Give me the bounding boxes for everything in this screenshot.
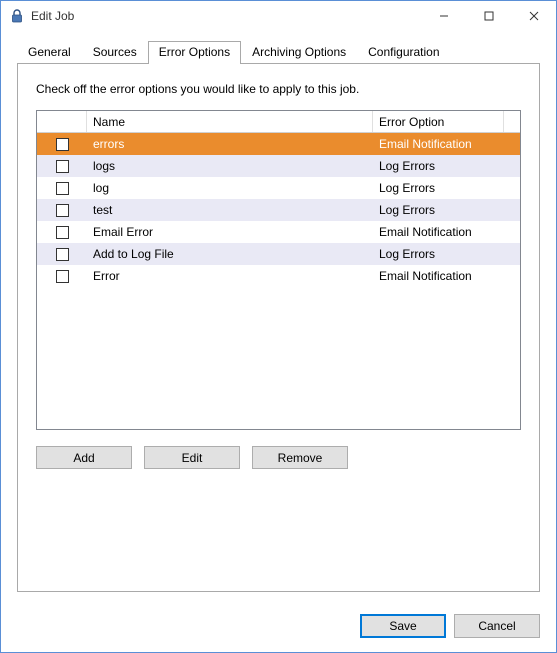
table-body: errorsEmail NotificationlogsLog Errorslo… (37, 133, 520, 287)
row-option: Log Errors (373, 159, 520, 173)
row-name: Add to Log File (87, 247, 373, 261)
row-option: Email Notification (373, 269, 520, 283)
error-options-table: Name Error Option errorsEmail Notificati… (36, 110, 521, 430)
table-header-row: Name Error Option (37, 111, 520, 133)
row-name: errors (87, 137, 373, 151)
tab-sources[interactable]: Sources (82, 41, 148, 63)
row-checkbox-cell[interactable] (37, 270, 87, 283)
edit-button[interactable]: Edit (144, 446, 240, 469)
tab-strip: General Sources Error Options Archiving … (17, 41, 540, 63)
save-button[interactable]: Save (360, 614, 446, 638)
client-area: General Sources Error Options Archiving … (1, 31, 556, 604)
table-row[interactable]: logLog Errors (37, 177, 520, 199)
row-checkbox-cell[interactable] (37, 182, 87, 195)
row-checkbox-cell[interactable] (37, 226, 87, 239)
tab-configuration[interactable]: Configuration (357, 41, 450, 63)
row-name: Error (87, 269, 373, 283)
row-option: Email Notification (373, 137, 520, 151)
window-controls (421, 1, 556, 31)
row-checkbox[interactable] (56, 248, 69, 261)
table-row[interactable]: Email ErrorEmail Notification (37, 221, 520, 243)
close-button[interactable] (511, 1, 556, 31)
row-checkbox[interactable] (56, 204, 69, 217)
row-checkbox-cell[interactable] (37, 138, 87, 151)
table-actions: Add Edit Remove (36, 446, 521, 469)
cancel-button[interactable]: Cancel (454, 614, 540, 638)
minimize-button[interactable] (421, 1, 466, 31)
add-button[interactable]: Add (36, 446, 132, 469)
row-checkbox-cell[interactable] (37, 248, 87, 261)
table-row[interactable]: ErrorEmail Notification (37, 265, 520, 287)
tab-general[interactable]: General (17, 41, 82, 63)
table-row[interactable]: Add to Log FileLog Errors (37, 243, 520, 265)
row-option: Log Errors (373, 247, 520, 261)
tab-panel: Check off the error options you would li… (17, 63, 540, 592)
maximize-button[interactable] (466, 1, 511, 31)
lock-icon (9, 8, 25, 24)
row-name: logs (87, 159, 373, 173)
remove-button[interactable]: Remove (252, 446, 348, 469)
row-option: Log Errors (373, 203, 520, 217)
col-header-checkbox[interactable] (37, 111, 87, 132)
dialog-buttons: Save Cancel (1, 604, 556, 652)
row-checkbox[interactable] (56, 182, 69, 195)
row-name: Email Error (87, 225, 373, 239)
window-title: Edit Job (31, 9, 421, 23)
row-option: Log Errors (373, 181, 520, 195)
row-checkbox[interactable] (56, 226, 69, 239)
row-checkbox-cell[interactable] (37, 204, 87, 217)
table-row[interactable]: testLog Errors (37, 199, 520, 221)
table-row[interactable]: errorsEmail Notification (37, 133, 520, 155)
col-header-scroll (504, 111, 520, 132)
tab-error-options[interactable]: Error Options (148, 41, 241, 64)
table-row[interactable]: logsLog Errors (37, 155, 520, 177)
row-checkbox-cell[interactable] (37, 160, 87, 173)
row-checkbox[interactable] (56, 138, 69, 151)
tab-archiving-options[interactable]: Archiving Options (241, 41, 357, 63)
row-checkbox[interactable] (56, 270, 69, 283)
row-name: log (87, 181, 373, 195)
row-checkbox[interactable] (56, 160, 69, 173)
row-option: Email Notification (373, 225, 520, 239)
col-header-name[interactable]: Name (87, 111, 373, 132)
row-name: test (87, 203, 373, 217)
col-header-option[interactable]: Error Option (373, 111, 504, 132)
titlebar: Edit Job (1, 1, 556, 31)
instruction-text: Check off the error options you would li… (36, 82, 521, 96)
